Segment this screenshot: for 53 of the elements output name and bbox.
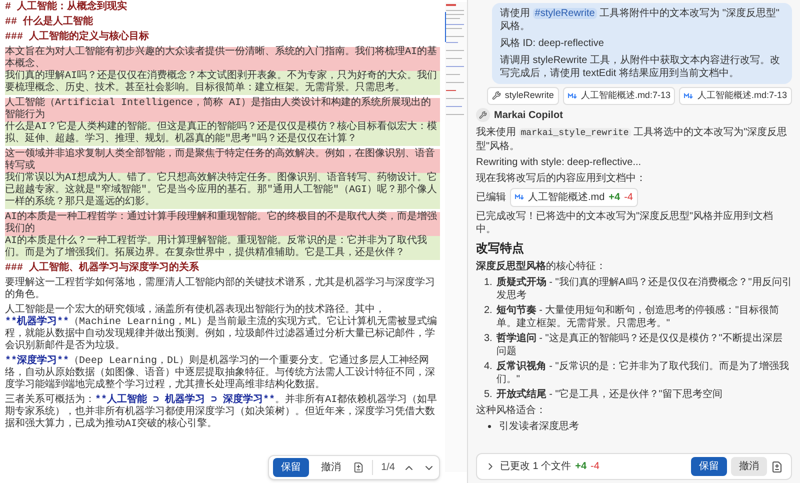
- list-item-text: 哲学追问 - "这是真正的智能吗？还是仅仅是模仿？"不断提出深层问题: [496, 332, 784, 358]
- message-text: 这种风格适合：: [476, 404, 547, 416]
- attachment-chip[interactable]: styleRewrite: [486, 87, 559, 104]
- list-number: 2.: [484, 304, 492, 318]
- markdown-heading: ### 人工智能、机器学习与深度学习的关系: [5, 263, 200, 275]
- change-counter: 1/4: [372, 460, 395, 475]
- message-text: 请使用 #styleRewrite 工具将附件中的文本改写为 "深度反思型" 风格。: [500, 7, 780, 33]
- attachment-chip[interactable]: 人工智能概述.md:7-13: [679, 87, 792, 104]
- file-diff-icon[interactable]: [771, 460, 783, 472]
- paragraph: 要理解这一工程哲学如何落地，需厘清人工智能内部的关键技术谱系，尤其是机器学习与深度学习的角色。: [5, 278, 436, 302]
- keep-button[interactable]: 保留: [691, 457, 727, 476]
- keep-button[interactable]: 保留: [273, 458, 310, 477]
- added-text: 我们真的理解AI吗？还是仅仅在消费概念？本文试图剥开表象。不为专家，只为好奇的大众。我们要梳理概念、历史、技术。甚至社会影响。目标很简单：建立框架。无需背景。只需思考。: [5, 71, 440, 95]
- markdown-heading: ## 什么是人工智能: [5, 17, 94, 29]
- paragraph: **深度学习**（Deep Learning，DL）则是机器学习的一个重要分支。它通过多层人工神经网络，自动从原始数据（如图像、语音）中逐层提取抽象特征。与传统方法需人工设计特征不同，深度学习能端到端地完成整个学习过程，尤其擅长处理高维非结构化数据。: [5, 356, 436, 392]
- changes-summary: 已更改 1 个文件: [500, 460, 572, 474]
- added-text: AI的本质是什么？一种工程哲学。用计算理解智能。重现智能。反常识的是：它并非为了取代我们。而是为了增强我们。拓展边界。在复杂世界中，提供精准辅助。它是工具，还是伙伴？: [5, 236, 440, 260]
- list-number: 5.: [484, 388, 492, 400]
- list-item-text: 引发读者深度思考: [499, 420, 579, 432]
- discard-button[interactable]: 撤消: [731, 457, 767, 476]
- list-item-text: 开放式结尾 - "它是工具，还是伙伴？"留下思考空间: [496, 388, 722, 400]
- assistant-name: Markai Copilot: [494, 108, 563, 122]
- list-item-text: 质疑式开场 - "我们真的理解AI吗？还是仅仅在消费概念？"用反问引发思考: [496, 276, 792, 302]
- file-chip[interactable]: 人工智能概述.md +4 -4: [510, 188, 638, 206]
- edited-label: 已编辑: [476, 190, 506, 204]
- message-text: Rewriting with style: deep-reflective...: [476, 156, 642, 168]
- section-heading: 改写特点: [476, 240, 525, 256]
- list-number: 1.: [484, 276, 492, 290]
- added-count: +4: [575, 460, 587, 474]
- markdown-file-icon: [568, 92, 577, 99]
- list-number: 4.: [484, 360, 492, 374]
- discard-button[interactable]: 撤消: [317, 460, 346, 475]
- message-text: 请调用 styleRewrite 工具，从附件中获取文本内容进行改写。改写完成后，请使用 textEdit 将结果应用到当前文档中。: [500, 54, 782, 80]
- markdown-heading: # 人工智能：从概念到现实: [5, 2, 128, 14]
- list-number: 3.: [484, 332, 492, 346]
- paragraph: 三者关系可概括为：**人工智能 ⊃ 机器学习 ⊃ 深度学习**。并非所有AI都依赖机器学习（如早期专家系统），也并非所有机器学习都使用深度学习（如决策树）。但近年来，深度学习凭借大数据和强大算力，已成为推动AI突破的核心引擎。: [5, 395, 438, 431]
- removed-count: -4: [590, 460, 600, 474]
- message-text: 已完成改写！已将选中的文本改写为"深度反思型"风格并应用到文档中。: [476, 210, 774, 236]
- list-item-text: 反常识视角 - "反常识的是：它并非为了取代我们。而是为了增强我们。": [496, 360, 790, 386]
- message-text: 我来使用 markai_style_rewrite 工具将选中的文本改写为"深度反思型"风格。: [476, 126, 788, 152]
- attachment-chip[interactable]: 人工智能概述.md:7-13: [562, 87, 676, 104]
- markdown-heading: ### 人工智能的定义与核心目标: [5, 32, 150, 44]
- message-text: 深度反思型风格的核心特征：: [476, 260, 607, 272]
- list-item-text: 短句节奏 - 大量使用短句和断句，创造思考的停顿感："目标很简单。建立框架。无需背景。只需思考。": [496, 304, 780, 330]
- markdown-file-icon: [684, 92, 694, 99]
- added-text: 什么是AI？它是人类构建的智能。但这是真正的智能吗？还是仅仅是模仿？核心目标看似宏大：模拟、延伸、超越。学习、推理、规划。机器真的能"思考"吗？还是仅仅在计算？: [5, 122, 440, 146]
- message-text: 风格 ID: deep-reflective: [500, 37, 605, 50]
- assistant-avatar: [476, 108, 490, 122]
- markdown-file-icon: [515, 194, 524, 200]
- paragraph: 人工智能是一个宏大的研究领域，涵盖所有使机器表现出智能行为的技术路径。其中， **机器学习**（Machine Learning，ML）是当前最主流的实现方式。它让计算机无需被显式编程，就能从数据中自动发现规律并做出预测。例如，垃圾邮件过滤器通过分析大量已标记邮件，学会识别新邮件是否为垃圾。: [5, 305, 438, 353]
- added-text: 我们常误以为AI想成为人。错了。它只想高效解决特定任务。图像识别、语音转写、药物设计。它已超越专家。这就是"窄域智能"。它是当今应用的基石。那"通用人工智能"（AGI）呢？那个像人一样的系统？那只是遥远的幻影。: [5, 173, 440, 209]
- message-text: 现在我将改写后的内容应用到文档中：: [476, 172, 647, 184]
- file-diff-icon[interactable]: [353, 462, 364, 473]
